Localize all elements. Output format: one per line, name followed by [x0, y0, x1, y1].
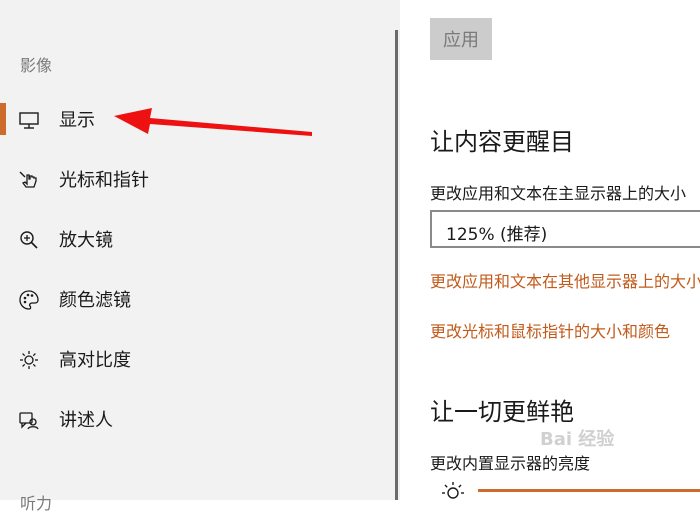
scale-label: 更改应用和文本在主显示器上的大小 [430, 184, 687, 203]
active-indicator [0, 103, 6, 135]
link-cursor-size[interactable]: 更改光标和鼠标指针的大小和颜色 [430, 318, 670, 342]
monitor-icon [18, 109, 40, 131]
link-other-displays[interactable]: 更改应用和文本在其他显示器上的大小 [430, 268, 700, 292]
sidebar-item-label: 高对比度 [59, 350, 131, 371]
heading-make-everything-brighter: 让一切更鲜艳 [430, 398, 574, 426]
sidebar-item-label: 放大镜 [59, 230, 113, 251]
section-title-hearing: 听力 [20, 494, 53, 513]
palette-icon [18, 289, 40, 311]
sidebar-item-magnifier[interactable]: 放大镜 [0, 221, 395, 257]
brightness-slider[interactable] [478, 489, 700, 492]
sidebar: 影像 显示 光标和指针 放大镜 颜色滤镜 高对比度 讲述人 听力 [0, 0, 400, 513]
magnifier-icon [18, 229, 40, 251]
watermark-logo: Bai 经验 [540, 429, 615, 450]
sidebar-item-color-filters[interactable]: 颜色滤镜 [0, 281, 395, 317]
sidebar-item-narrator[interactable]: 讲述人 [0, 401, 395, 437]
narrator-icon [18, 409, 40, 431]
sidebar-item-label: 显示 [59, 110, 95, 131]
sidebar-item-label: 颜色滤镜 [59, 290, 131, 311]
brightness-sun-icon [440, 480, 466, 500]
heading-make-content-visible: 让内容更醒目 [430, 128, 574, 156]
sidebar-divider [395, 30, 398, 500]
sidebar-item-label: 光标和指针 [59, 170, 149, 191]
sidebar-item-display[interactable]: 显示 [0, 101, 395, 137]
section-title-vision: 影像 [20, 56, 53, 75]
brightness-label: 更改内置显示器的亮度 [430, 454, 591, 473]
sidebar-item-high-contrast[interactable]: 高对比度 [0, 341, 395, 377]
sidebar-item-label: 讲述人 [59, 410, 113, 431]
scale-dropdown[interactable]: 125% (推荐) [430, 210, 700, 248]
pointer-icon [18, 169, 40, 191]
scale-dropdown-value: 125% (推荐) [446, 225, 548, 245]
brightness-icon [18, 349, 40, 371]
sidebar-item-pointer[interactable]: 光标和指针 [0, 161, 395, 197]
apply-button[interactable]: 应用 [430, 18, 492, 60]
